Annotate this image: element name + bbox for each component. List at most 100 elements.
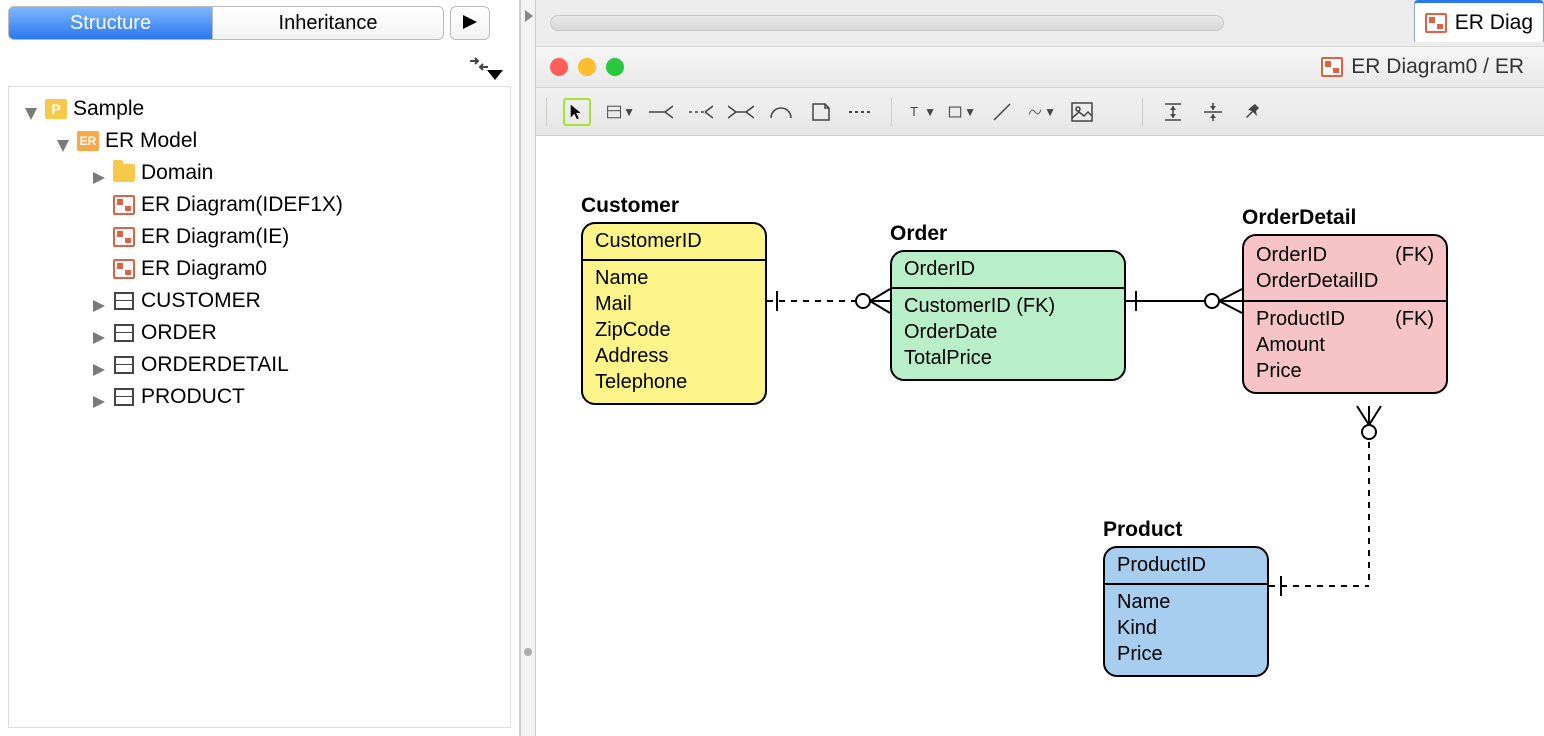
vertical-splitter[interactable] xyxy=(520,0,536,736)
document-tab-erdiagram0[interactable]: ER Diag xyxy=(1414,0,1544,42)
relationship-customer-order[interactable] xyxy=(767,286,890,316)
entity-attr: Price xyxy=(1256,358,1434,384)
tree-item-erdiagram-ie[interactable]: ER Diagram(IE) xyxy=(9,221,510,253)
tree-item-erdiagram-idef1x[interactable]: ER Diagram(IDEF1X) xyxy=(9,189,510,221)
entity-pk: CustomerID xyxy=(583,224,765,261)
entity-label-product: Product xyxy=(1103,518,1182,542)
tree-item-sample[interactable]: P Sample xyxy=(9,93,510,125)
editor-area: ER Diag ER Diagram0 / ER ▼ xyxy=(536,0,1544,736)
entity-attrs: Name Kind Price xyxy=(1105,585,1267,675)
tree: P Sample ER ER Model Domain ER Diagram(I… xyxy=(9,93,510,413)
tool-dashed-line[interactable] xyxy=(847,98,875,126)
entity-attr: TotalPrice xyxy=(904,345,1112,371)
tool-align-vertical[interactable] xyxy=(1159,98,1187,126)
tab-inheritance[interactable]: Inheritance xyxy=(212,6,444,40)
tree-label: ER Model xyxy=(105,129,197,153)
tool-text[interactable]: T ▼ xyxy=(908,98,936,126)
entity-attr: CustomerID (FK) xyxy=(904,293,1112,319)
toolbar: ▼ T ▼ xyxy=(536,88,1544,136)
entity-attr: Telephone xyxy=(595,369,753,395)
toolbar-separator xyxy=(546,98,547,126)
window-close-button[interactable] xyxy=(550,58,568,76)
tree-item-domain[interactable]: Domain xyxy=(9,157,510,189)
disclosure-triangle-icon[interactable] xyxy=(57,134,71,148)
tree-label: ORDERDETAIL xyxy=(141,353,289,377)
dropdown-icon: ▼ xyxy=(623,105,635,119)
entity-pk: OrderID xyxy=(892,252,1124,289)
dropdown-icon: ▼ xyxy=(924,105,936,119)
relationship-order-orderdetail[interactable] xyxy=(1126,286,1242,316)
disclosure-triangle-icon[interactable] xyxy=(93,390,107,404)
entity-attr: OrderDate xyxy=(904,319,1112,345)
erdiagram-icon xyxy=(1321,57,1343,77)
tree-item-ermodel[interactable]: ER ER Model xyxy=(9,125,510,157)
svg-text:T: T xyxy=(910,105,918,119)
tool-nonidentifying-relationship[interactable] xyxy=(687,98,715,126)
tab-structure[interactable]: Structure xyxy=(8,6,212,40)
tab-scrollbar[interactable] xyxy=(550,15,1224,31)
entity-pk: ProductID xyxy=(1105,548,1267,585)
expand-icon xyxy=(525,10,533,22)
entity-order[interactable]: OrderID CustomerID (FK) OrderDate TotalP… xyxy=(890,250,1126,381)
disclosure-triangle-icon[interactable] xyxy=(93,166,107,180)
tree-item-table-order[interactable]: ORDER xyxy=(9,317,510,349)
erdiagram-icon xyxy=(113,227,135,247)
disclosure-triangle-icon[interactable] xyxy=(93,326,107,340)
window-title-text: ER Diagram0 / ER xyxy=(1351,55,1524,79)
tree-label: ER Diagram(IDEF1X) xyxy=(141,193,343,217)
entity-customer[interactable]: CustomerID Name Mail ZipCode Address Tel… xyxy=(581,222,767,405)
entity-attrs: CustomerID (FK) OrderDate TotalPrice xyxy=(892,289,1124,379)
tree-item-table-customer[interactable]: CUSTOMER xyxy=(9,285,510,317)
window-zoom-button[interactable] xyxy=(606,58,624,76)
toolbar-separator xyxy=(1142,98,1143,126)
diagram-canvas[interactable]: Customer Order OrderDetail Product Custo… xyxy=(536,136,1544,736)
tool-entity[interactable]: ▼ xyxy=(607,98,635,126)
tab-more-button[interactable] xyxy=(450,6,490,40)
entity-product[interactable]: ProductID Name Kind Price xyxy=(1103,546,1269,677)
entity-attr: Name xyxy=(595,265,753,291)
entity-label-orderdetail: OrderDetail xyxy=(1242,206,1356,230)
tool-pin[interactable] xyxy=(1239,98,1267,126)
entity-attr: Name xyxy=(1117,589,1255,615)
ermodel-icon: ER xyxy=(77,131,99,151)
dropdown-icon: ▼ xyxy=(1044,105,1056,119)
tool-freehand[interactable]: ▼ xyxy=(1028,98,1056,126)
tool-subtype[interactable] xyxy=(767,98,795,126)
tool-note[interactable] xyxy=(807,98,835,126)
disclosure-triangle-icon[interactable] xyxy=(93,358,107,372)
toolbar-separator xyxy=(891,98,892,126)
sync-toolbar xyxy=(0,44,519,84)
tool-line[interactable] xyxy=(988,98,1016,126)
erdiagram-icon xyxy=(113,259,135,279)
tool-many-to-many[interactable] xyxy=(727,98,755,126)
dropdown-icon: ▼ xyxy=(964,105,976,119)
sidebar-tabs: Structure Inheritance xyxy=(0,0,519,44)
entity-label-customer: Customer xyxy=(581,194,679,218)
tool-image[interactable] xyxy=(1068,98,1096,126)
relationship-product-orderdetail[interactable] xyxy=(1269,406,1399,596)
window-minimize-button[interactable] xyxy=(578,58,596,76)
tool-align-both[interactable] xyxy=(1199,98,1227,126)
entity-attr: Amount xyxy=(1256,332,1434,358)
window-title: ER Diagram0 / ER xyxy=(1321,55,1524,79)
erdiagram-icon xyxy=(113,195,135,215)
tool-identifying-relationship[interactable] xyxy=(647,98,675,126)
disclosure-triangle-icon[interactable] xyxy=(25,102,39,116)
sidebar: Structure Inheritance P Sample E xyxy=(0,0,520,736)
play-icon xyxy=(463,12,477,35)
dropdown-icon[interactable] xyxy=(487,70,503,80)
disclosure-triangle-icon[interactable] xyxy=(93,294,107,308)
entity-attr: ZipCode xyxy=(595,317,753,343)
tree-label: ER Diagram0 xyxy=(141,257,267,281)
document-tabs-bar: ER Diag xyxy=(536,0,1544,46)
tree-item-table-orderdetail[interactable]: ORDERDETAIL xyxy=(9,349,510,381)
table-icon xyxy=(113,354,135,376)
tree-label: ORDER xyxy=(141,321,217,345)
erdiagram-icon xyxy=(1425,13,1447,33)
tree-item-table-product[interactable]: PRODUCT xyxy=(9,381,510,413)
tool-pointer[interactable] xyxy=(563,98,591,126)
entity-orderdetail[interactable]: OrderID(FK) OrderDetailID ProductID(FK) … xyxy=(1242,234,1448,394)
tool-rectangle[interactable]: ▼ xyxy=(948,98,976,126)
entity-attrs: Name Mail ZipCode Address Telephone xyxy=(583,261,765,403)
tree-item-erdiagram0[interactable]: ER Diagram0 xyxy=(9,253,510,285)
